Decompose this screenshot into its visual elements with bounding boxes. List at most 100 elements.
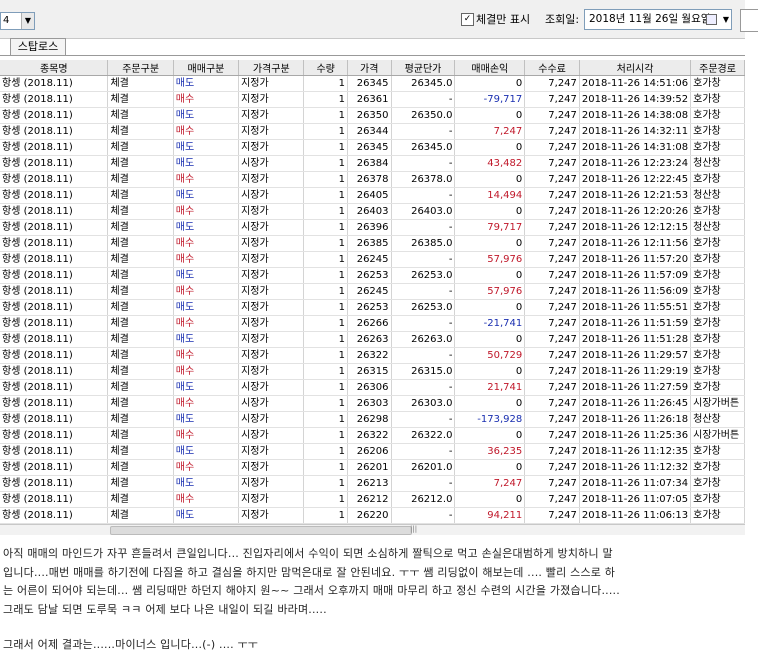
table-row[interactable]: 항셍 (2018.11) 체결 매도 시장가 1 26405-14,494 7,247 201…	[0, 187, 745, 204]
table-cell: 7,247	[524, 443, 580, 460]
table-cell: 항셍 (2018.11)	[0, 427, 109, 444]
account-combo[interactable]: 4 ▼	[0, 12, 35, 30]
table-cell: -	[391, 507, 456, 524]
table-cell: 체결	[107, 299, 174, 316]
table-cell: 2018-11-26 11:51:28	[579, 331, 692, 348]
toolbar-edge-button[interactable]	[740, 9, 758, 32]
table-cell: 항셍 (2018.11)	[0, 299, 109, 316]
column-header[interactable]: 평균단가	[391, 60, 456, 76]
table-cell: 26361	[347, 91, 392, 108]
table-row[interactable]: 항셍 (2018.11) 체결 매수 지정가 1 26322-50,729 7,247 201…	[0, 347, 745, 364]
table-cell: -	[391, 379, 456, 396]
table-row[interactable]: 항셍 (2018.11) 체결 매수 지정가 1 26403 26403.0 0 7,247 20…	[0, 203, 745, 220]
table-row[interactable]: 항셍 (2018.11) 체결 매도 지정가 1 26345 26345.0 0 7,247 20…	[0, 75, 745, 92]
table-row[interactable]: 항셍 (2018.11) 체결 매수 지정가 1 26385 26385.0 0 7,247 20…	[0, 235, 745, 252]
table-cell: 체결	[107, 363, 174, 380]
table-cell: 매도	[173, 475, 240, 492]
table-cell: 7,247	[524, 107, 580, 124]
table-cell: 2018-11-26 12:11:56	[579, 235, 692, 252]
table-cell: 지정가	[238, 507, 305, 524]
table-row[interactable]: 항셍 (2018.11) 체결 매도 지정가 1 26345 26345.0 0 7,247 20…	[0, 139, 745, 156]
table-row[interactable]: 항셍 (2018.11) 체결 매도 시장가 1 26306-21,741 7,247 201…	[0, 379, 745, 396]
table-cell: 매도	[173, 75, 240, 92]
column-header[interactable]: 매매구분	[173, 60, 240, 76]
table-cell: -79,717	[454, 91, 526, 108]
table-row[interactable]: 항셍 (2018.11) 체결 매도 시장가 1 26298- -173,928 7,247 2…	[0, 411, 745, 428]
table-cell: 2018-11-26 12:22:45	[579, 171, 692, 188]
table-cell: 호가창	[690, 171, 745, 188]
table-row[interactable]: 항셍 (2018.11) 체결 매수 지정가 1 26245-57,976 7,247 201…	[0, 251, 745, 268]
table-cell: 7,247	[524, 491, 580, 508]
table-row[interactable]: 항셍 (2018.11) 체결 매도 지정가 1 26213-7,247 7,247 2018…	[0, 475, 745, 492]
table-row[interactable]: 항셍 (2018.11) 체결 매수 지정가 1 26344-7,247 7,247 2018…	[0, 123, 745, 140]
chevron-down-icon[interactable]: ▼	[21, 13, 34, 29]
table-cell: 항셍 (2018.11)	[0, 75, 109, 92]
table-cell: -	[391, 283, 456, 300]
table-row[interactable]: 항셍 (2018.11) 체결 매수 시장가 1 26322 26322.0 0 7,247 20…	[0, 427, 745, 444]
column-header[interactable]: 수량	[303, 60, 348, 76]
scrollbar-thumb[interactable]	[110, 526, 412, 535]
table-cell: 항셍 (2018.11)	[0, 507, 109, 524]
date-dropdown-icon[interactable]: ▼	[723, 10, 729, 29]
table-row[interactable]: 항셍 (2018.11) 체결 매수 지정가 1 26266- -21,741 7,247 20…	[0, 315, 745, 332]
table-cell: 지정가	[238, 491, 305, 508]
table-row[interactable]: 항셍 (2018.11) 체결 매수 시장가 1 26303 26303.0 0 7,247 20…	[0, 395, 745, 412]
table-cell: 체결	[107, 75, 174, 92]
table-cell: 항셍 (2018.11)	[0, 251, 109, 268]
table-row[interactable]: 항셍 (2018.11) 체결 매도 시장가 1 26396-79,717 7,247 201…	[0, 219, 745, 236]
column-header[interactable]: 종목명	[0, 60, 109, 76]
tab-stoploss[interactable]: 스탑로스	[10, 38, 66, 55]
table-row[interactable]: 항셍 (2018.11) 체결 매수 지정가 1 26201 26201.0 0 7,247 20…	[0, 459, 745, 476]
table-cell: 지정가	[238, 315, 305, 332]
table-cell: 체결	[107, 459, 174, 476]
horizontal-scrollbar[interactable]: |||	[0, 524, 745, 535]
table-row[interactable]: 항셍 (2018.11) 체결 매도 지정가 1 26220-94,211 7,247 201…	[0, 507, 745, 524]
table-cell: 지정가	[238, 475, 305, 492]
table-cell: 매도	[173, 139, 240, 156]
table-cell: 1	[303, 427, 348, 444]
table-cell: 7,247	[524, 267, 580, 284]
table-cell: 2018-11-26 11:26:18	[579, 411, 692, 428]
table-cell: 1	[303, 107, 348, 124]
table-cell: 체결	[107, 267, 174, 284]
column-header[interactable]: 수수료	[524, 60, 580, 76]
table-row[interactable]: 항셍 (2018.11) 체결 매도 지정가 1 26350 26350.0 0 7,247 20…	[0, 107, 745, 124]
table-row[interactable]: 항셍 (2018.11) 체결 매수 지정가 1 26212 26212.0 0 7,247 20…	[0, 491, 745, 508]
table-cell: -	[391, 155, 456, 172]
table-cell: 26306	[347, 379, 392, 396]
table-cell: 0	[454, 491, 526, 508]
column-header[interactable]: 처리시각	[579, 60, 692, 76]
table-cell: 0	[454, 203, 526, 220]
query-date-picker[interactable]: 2018년 11월 26일 월요일 ▼	[584, 9, 732, 30]
column-header[interactable]: 가격구분	[238, 60, 305, 76]
table-row[interactable]: 항셍 (2018.11) 체결 매도 지정가 1 26253 26253.0 0 7,247 20…	[0, 267, 745, 284]
table-row[interactable]: 항셍 (2018.11) 체결 매도 지정가 1 26253 26253.0 0 7,247 20…	[0, 299, 745, 316]
trade-history-grid[interactable]: 종목명 주문구분 매매구분 가격구분 수량 가격 평균단가 매매손익 수수료 처리시각 주문경로 항…	[0, 60, 745, 524]
table-cell: 시장가	[238, 395, 305, 412]
table-row[interactable]: 항셍 (2018.11) 체결 매수 지정가 1 26245-57,976 7,247 201…	[0, 283, 745, 300]
table-row[interactable]: 항셍 (2018.11) 체결 매수 지정가 1 26315 26315.0 0 7,247 20…	[0, 363, 745, 380]
table-row[interactable]: 항셍 (2018.11) 체결 매도 지정가 1 26263 26263.0 0 7,247 20…	[0, 331, 745, 348]
table-cell: 매수	[173, 171, 240, 188]
table-cell: 26396	[347, 219, 392, 236]
table-row[interactable]: 항셍 (2018.11) 체결 매수 지정가 1 26378 26378.0 0 7,247 20…	[0, 171, 745, 188]
column-header[interactable]: 매매손익	[454, 60, 526, 76]
filled-only-checkbox[interactable]: ✓	[461, 13, 474, 26]
table-cell: 57,976	[454, 251, 526, 268]
table-cell: 1	[303, 187, 348, 204]
table-row[interactable]: 항셍 (2018.11) 체결 매수 지정가 1 26361- -79,717 7,247 20…	[0, 91, 745, 108]
column-header[interactable]: 주문구분	[107, 60, 174, 76]
table-cell: 26385.0	[391, 235, 456, 252]
table-row[interactable]: 항셍 (2018.11) 체결 매도 지정가 1 26206-36,235 7,247 201…	[0, 443, 745, 460]
column-header[interactable]: 가격	[347, 60, 392, 76]
post-line: 는 어른이 되어야 되는데... 쌤 리딩때만 하던지 해야지 원~~ 그래서 …	[3, 584, 620, 598]
table-cell: 지정가	[238, 267, 305, 284]
table-cell: 체결	[107, 315, 174, 332]
table-cell: 매수	[173, 347, 240, 364]
table-cell: 2018-11-26 11:57:20	[579, 251, 692, 268]
column-header[interactable]: 주문경로	[690, 60, 745, 76]
table-cell: 7,247	[524, 379, 580, 396]
table-cell: 2018-11-26 14:38:08	[579, 107, 692, 124]
calendar-icon[interactable]	[706, 14, 717, 25]
table-row[interactable]: 항셍 (2018.11) 체결 매도 시장가 1 26384-43,482 7,247 201…	[0, 155, 745, 172]
